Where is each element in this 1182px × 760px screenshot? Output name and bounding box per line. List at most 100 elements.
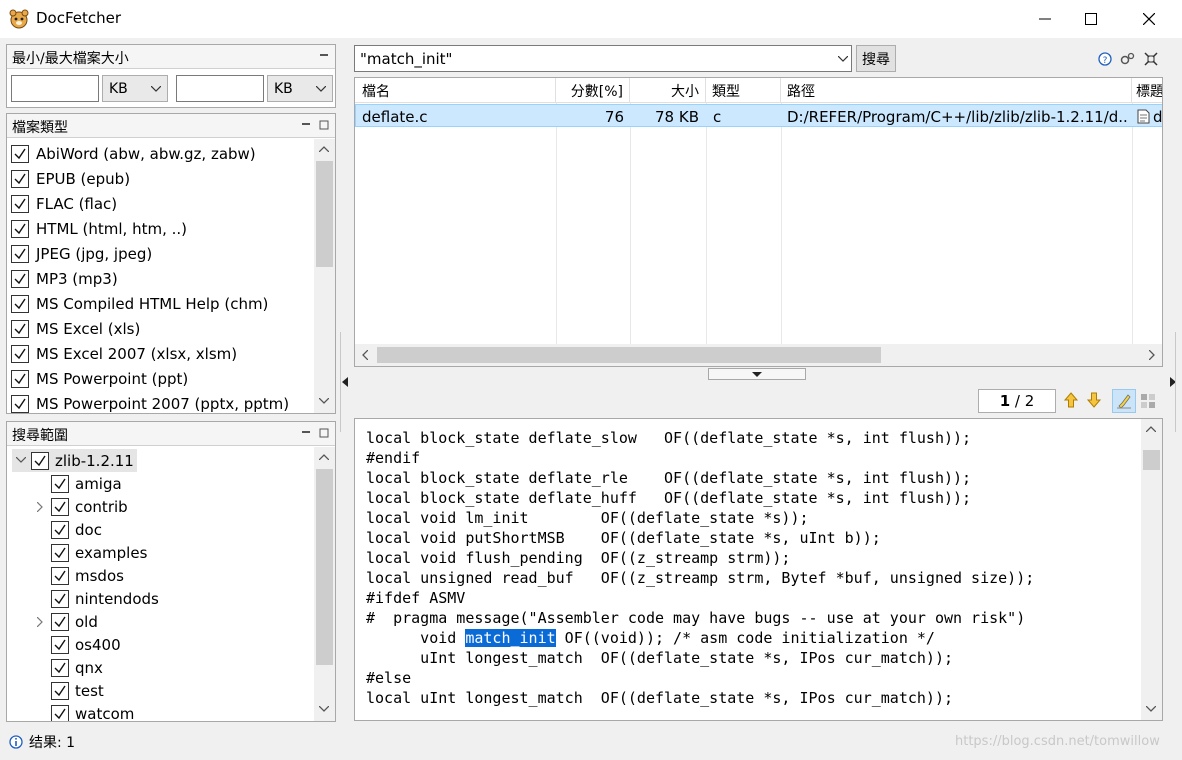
tree-item[interactable]: amiga <box>51 472 122 495</box>
checkbox-checked[interactable] <box>11 144 29 163</box>
checkbox-checked[interactable] <box>51 474 69 493</box>
min-size-input[interactable] <box>11 75 99 102</box>
checkbox-checked[interactable] <box>51 704 69 721</box>
checkbox-checked[interactable] <box>51 589 69 608</box>
tree-item[interactable]: doc <box>51 518 102 541</box>
col-header-name[interactable]: 檔名 <box>355 78 556 103</box>
html-view-icon[interactable] <box>1140 393 1156 409</box>
col-header-type[interactable]: 類型 <box>706 78 781 103</box>
checkbox-checked[interactable] <box>51 635 69 654</box>
checkbox-checked[interactable] <box>11 244 29 263</box>
search-query-text[interactable]: "match_init" <box>360 50 452 68</box>
checkbox-checked[interactable] <box>51 566 69 585</box>
minimize-panel-icon[interactable] <box>301 428 311 438</box>
scroll-down-icon[interactable] <box>1146 706 1156 712</box>
left-splitter[interactable] <box>340 332 350 432</box>
file-types-scroll-thumb[interactable] <box>316 161 333 267</box>
list-item[interactable]: MS Excel 2007 (xlsx, xlsm) <box>11 341 237 366</box>
list-item[interactable]: MS Powerpoint (ppt) <box>11 366 188 391</box>
tree-item[interactable]: os400 <box>51 633 121 656</box>
checkbox-checked[interactable] <box>11 294 29 313</box>
scroll-up-icon[interactable] <box>319 146 329 152</box>
tree-collapsed-icon[interactable] <box>37 502 43 512</box>
max-size-input[interactable] <box>176 75 264 102</box>
checkbox-checked[interactable] <box>11 369 29 388</box>
list-item[interactable]: JPEG (jpg, jpeg) <box>11 241 152 266</box>
scroll-right-icon[interactable] <box>1149 350 1155 360</box>
scroll-left-icon[interactable] <box>362 350 368 360</box>
close-button[interactable] <box>1126 0 1172 38</box>
list-item[interactable]: FLAC (flac) <box>11 191 117 216</box>
list-item[interactable]: MS Powerpoint 2007 (pptx, pptm) <box>11 391 289 413</box>
tree-item[interactable]: nintendods <box>51 587 159 610</box>
checkbox-checked[interactable] <box>11 319 29 338</box>
preview-splitter-handle[interactable] <box>708 368 806 380</box>
search-button[interactable]: 搜尋 <box>856 45 896 72</box>
right-splitter[interactable] <box>1166 332 1176 432</box>
tree-item[interactable]: watcom <box>51 702 134 721</box>
checkbox-checked[interactable] <box>11 394 29 413</box>
checkbox-checked[interactable] <box>51 497 69 516</box>
minimize-panel-icon[interactable] <box>319 51 329 61</box>
list-item[interactable]: AbiWord (abw, abw.gz, zabw) <box>11 141 256 166</box>
checkbox-checked[interactable] <box>11 169 29 188</box>
search-scope-scrollbar[interactable] <box>314 447 335 721</box>
chevron-down-icon[interactable] <box>838 56 848 62</box>
tree-root-item[interactable]: zlib-1.2.11 <box>31 449 134 472</box>
preview-scroll-thumb[interactable] <box>1143 450 1160 470</box>
maximize-panel-icon[interactable] <box>319 120 329 130</box>
checkbox-checked[interactable] <box>11 219 29 238</box>
minimize-button[interactable] <box>1022 0 1068 38</box>
tree-item[interactable]: old <box>51 610 98 633</box>
list-item[interactable]: HTML (html, htm, ..) <box>11 216 187 241</box>
scroll-down-icon[interactable] <box>319 706 329 712</box>
checkbox-checked[interactable] <box>11 344 29 363</box>
list-item[interactable]: MS Excel (xls) <box>11 316 140 341</box>
next-match-icon[interactable] <box>1087 392 1101 408</box>
tree-item[interactable]: test <box>51 679 104 702</box>
table-row[interactable]: deflate.c 76 78 KB c D:/REFER/Program/C+… <box>355 104 1163 127</box>
tree-item[interactable]: qnx <box>51 656 103 679</box>
col-header-title[interactable]: 標題 <box>1132 78 1162 103</box>
max-size-unit-select[interactable]: KB <box>267 75 333 102</box>
checkbox-checked[interactable] <box>51 520 69 539</box>
checkbox-checked[interactable] <box>51 658 69 677</box>
results-hscrollbar[interactable] <box>355 344 1162 366</box>
tree-expanded-icon[interactable] <box>16 457 26 464</box>
col-header-score[interactable]: 分數[%] <box>556 78 630 103</box>
checkbox-checked[interactable] <box>11 269 29 288</box>
col-header-path[interactable]: 路徑 <box>781 78 1132 103</box>
scroll-down-icon[interactable] <box>319 398 329 404</box>
search-combobox[interactable]: "match_init" <box>354 45 852 72</box>
minimize-panel-icon[interactable] <box>301 120 311 130</box>
min-size-unit-select[interactable]: KB <box>102 75 168 102</box>
highlight-toggle-button[interactable] <box>1112 389 1136 413</box>
scroll-up-icon[interactable] <box>319 454 329 460</box>
scroll-up-icon[interactable] <box>1146 426 1156 432</box>
maximize-button[interactable] <box>1068 0 1114 38</box>
tree-item[interactable]: msdos <box>51 564 124 587</box>
preview-scrollbar[interactable] <box>1141 419 1162 720</box>
tree-item[interactable]: examples <box>51 541 147 564</box>
settings-icon[interactable] <box>1120 52 1136 66</box>
checkbox-checked[interactable] <box>51 612 69 631</box>
col-header-size[interactable]: 大小 <box>630 78 706 103</box>
search-scope-scroll-thumb[interactable] <box>316 469 333 665</box>
help-icon[interactable]: ? <box>1098 52 1112 66</box>
previous-match-icon[interactable] <box>1064 392 1078 408</box>
results-hscroll-thumb[interactable] <box>377 347 881 363</box>
tree-item[interactable]: contrib <box>51 495 128 518</box>
file-types-header: 檔案類型 <box>7 114 335 138</box>
list-item[interactable]: EPUB (epub) <box>11 166 130 191</box>
checkbox-checked[interactable] <box>31 451 49 470</box>
result-title: d <box>1153 108 1163 126</box>
checkbox-checked[interactable] <box>11 194 29 213</box>
checkbox-checked[interactable] <box>51 543 69 562</box>
checkbox-checked[interactable] <box>51 681 69 700</box>
list-item[interactable]: MP3 (mp3) <box>11 266 118 291</box>
maximize-panel-icon[interactable] <box>319 428 329 438</box>
fullscreen-icon[interactable] <box>1144 52 1158 66</box>
tree-collapsed-icon[interactable] <box>37 617 43 627</box>
list-item[interactable]: MS Compiled HTML Help (chm) <box>11 291 268 316</box>
file-types-scrollbar[interactable] <box>314 139 335 413</box>
